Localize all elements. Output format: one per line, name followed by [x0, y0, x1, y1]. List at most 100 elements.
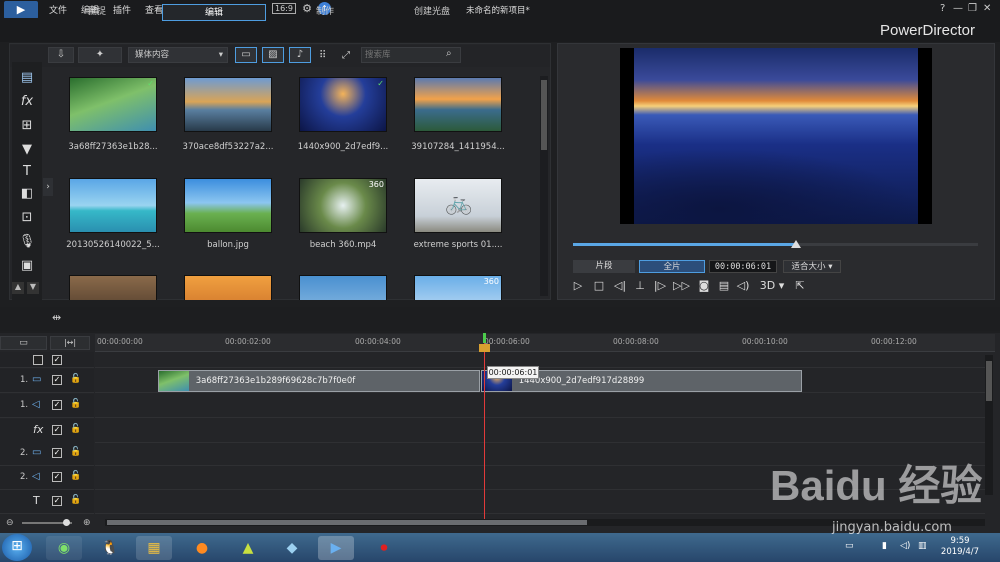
- minimize-icon[interactable]: —: [953, 3, 963, 14]
- storyboard-view-icon[interactable]: |↔|: [50, 336, 90, 350]
- scroll-up-icon[interactable]: ▲: [12, 282, 24, 294]
- help-icon[interactable]: ?: [940, 3, 945, 14]
- library-scrollbar[interactable]: [540, 76, 548, 296]
- timecode-display[interactable]: 00:00:06:01: [709, 260, 777, 273]
- track-enable-checkbox[interactable]: ✓: [52, 375, 62, 385]
- fast-forward-icon[interactable]: ▷▷: [673, 278, 690, 294]
- lock-icon[interactable]: 🔓: [70, 399, 81, 409]
- media-thumb[interactable]: [184, 178, 272, 233]
- lock-icon[interactable]: 🔓: [70, 471, 81, 481]
- undock-icon[interactable]: ⇱: [792, 278, 808, 294]
- playhead-marker[interactable]: [479, 344, 490, 352]
- play-icon[interactable]: ▷: [570, 278, 586, 294]
- start-button[interactable]: ⊞: [2, 534, 32, 561]
- record-icon[interactable]: ⏺: [366, 536, 402, 560]
- media-filter-dropdown[interactable]: 媒体内容 ▾: [128, 47, 228, 63]
- zoom-out-icon[interactable]: ⊖: [6, 518, 14, 528]
- zoom-slider-handle[interactable]: [63, 519, 70, 526]
- media-thumb[interactable]: ✓: [299, 77, 387, 132]
- transition-room-icon[interactable]: ◧: [17, 184, 37, 204]
- media-thumb[interactable]: [69, 178, 157, 233]
- title-room-icon[interactable]: T: [17, 162, 37, 182]
- zoom-in-icon[interactable]: ⊕: [83, 518, 91, 528]
- master-enable-checkbox[interactable]: ✓: [52, 355, 62, 365]
- fx-track[interactable]: [95, 419, 985, 443]
- previous-frame-icon[interactable]: ◁|: [612, 278, 628, 294]
- restore-icon[interactable]: ❐: [968, 3, 977, 14]
- audio-filter-icon[interactable]: ♪: [289, 47, 311, 63]
- close-icon[interactable]: ✕: [983, 3, 991, 14]
- track-enable-checkbox[interactable]: ✓: [52, 496, 62, 506]
- grid-view-icon[interactable]: ⠿: [319, 50, 326, 61]
- master-track-icon[interactable]: [33, 355, 43, 365]
- media-thumb[interactable]: [184, 77, 272, 132]
- expand-icon[interactable]: ⤢: [342, 50, 350, 61]
- taskbar-app-icon[interactable]: ◉: [46, 536, 82, 560]
- taskbar-app-icon[interactable]: ▲: [230, 536, 266, 560]
- plugin-icon[interactable]: ✦: [78, 47, 122, 63]
- track-enable-checkbox[interactable]: ✓: [52, 448, 62, 458]
- scroll-thumb[interactable]: [107, 520, 587, 525]
- fx-room-icon[interactable]: fx: [17, 92, 37, 112]
- tab-create-disc[interactable]: 创建光盘: [392, 4, 472, 21]
- track-enable-checkbox[interactable]: ✓: [52, 472, 62, 482]
- file-explorer-icon[interactable]: ▦: [136, 536, 172, 560]
- particle-room-icon[interactable]: ▼: [17, 140, 37, 160]
- master-track[interactable]: [95, 352, 985, 368]
- menu-view[interactable]: 查看: [145, 3, 163, 16]
- tray-network-icon[interactable]: ▥: [918, 541, 927, 551]
- lock-icon[interactable]: 🔓: [70, 495, 81, 505]
- firefox-icon[interactable]: ●: [184, 536, 220, 560]
- stop-icon[interactable]: □: [591, 278, 607, 294]
- expand-panel-icon[interactable]: ›: [43, 178, 53, 196]
- voiceover-icon[interactable]: 🎙: [17, 232, 37, 252]
- preview-quality-icon[interactable]: ▤: [716, 278, 732, 294]
- tab-produce[interactable]: 制作: [290, 4, 360, 21]
- taskbar-clock[interactable]: 9:59 2019/4/7: [930, 536, 990, 558]
- 3d-mode-button[interactable]: 3D ▾: [758, 278, 786, 294]
- scroll-thumb[interactable]: [986, 361, 992, 401]
- tab-edit[interactable]: 编辑: [162, 4, 266, 21]
- track-enable-checkbox[interactable]: ✓: [52, 425, 62, 435]
- lock-icon[interactable]: 🔓: [70, 374, 81, 384]
- subtitle-room-icon[interactable]: ▣: [17, 256, 37, 276]
- audio-mixing-icon[interactable]: ⊡: [17, 208, 37, 228]
- lock-icon[interactable]: 🔓: [70, 424, 81, 434]
- pip-room-icon[interactable]: ⊞: [17, 116, 37, 136]
- scroll-thumb[interactable]: [541, 80, 547, 150]
- media-thumb[interactable]: 360: [299, 178, 387, 233]
- fit-timeline-icon[interactable]: ⇹: [52, 311, 61, 324]
- media-thumb[interactable]: [184, 275, 272, 300]
- snapshot-icon[interactable]: ◙: [696, 278, 712, 294]
- next-frame-icon[interactable]: |▷: [652, 278, 668, 294]
- media-thumb[interactable]: [299, 275, 387, 300]
- search-icon[interactable]: ⌕: [446, 48, 452, 59]
- timeline-clip[interactable]: 3a68ff27363e1b289f69628c7b7f0e0f: [158, 370, 480, 392]
- qq-icon[interactable]: 🐧: [92, 536, 128, 560]
- media-thumb[interactable]: 360: [414, 275, 502, 300]
- video-filter-icon[interactable]: ▭: [235, 47, 257, 63]
- media-thumb[interactable]: [414, 77, 502, 132]
- powerdirector-taskbar-icon[interactable]: ▶: [318, 536, 354, 560]
- track-enable-checkbox[interactable]: ✓: [52, 400, 62, 410]
- media-thumb[interactable]: ✓: [69, 77, 157, 132]
- import-icon[interactable]: ⇩: [48, 47, 74, 63]
- timeline-vertical-scrollbar[interactable]: [985, 355, 993, 495]
- media-room-icon[interactable]: ▤: [17, 68, 37, 88]
- split-icon[interactable]: ⊥: [632, 278, 648, 294]
- media-thumb[interactable]: [69, 275, 157, 300]
- scroll-down-icon[interactable]: ▼: [27, 282, 39, 294]
- timeline-view-icon[interactable]: ▭: [0, 336, 47, 350]
- volume-icon[interactable]: ◁): [735, 278, 751, 294]
- image-filter-icon[interactable]: ▨: [262, 47, 284, 63]
- clip-mode-button[interactable]: 片段: [573, 260, 635, 273]
- movie-mode-button[interactable]: 全片: [639, 260, 705, 273]
- tray-device-icon[interactable]: ▮: [882, 541, 887, 551]
- tab-capture[interactable]: 捕捉: [60, 4, 134, 21]
- lock-icon[interactable]: 🔓: [70, 447, 81, 457]
- audio-track-1[interactable]: [95, 394, 985, 418]
- tray-volume-icon[interactable]: ◁): [900, 541, 910, 551]
- tray-keyboard-icon[interactable]: ▭: [845, 541, 854, 551]
- media-thumb[interactable]: 🚲: [414, 178, 502, 233]
- fit-size-dropdown[interactable]: 适合大小 ▾: [783, 260, 841, 273]
